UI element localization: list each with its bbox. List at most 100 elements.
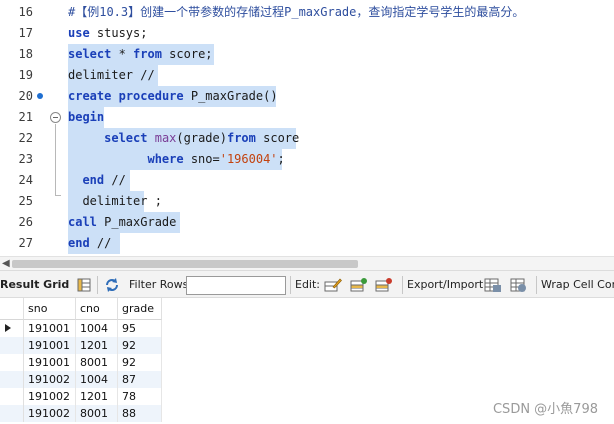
scrollbar-thumb[interactable] <box>12 260 358 268</box>
table-row[interactable]: 191001 1201 92 <box>0 337 162 354</box>
filter-rows-input[interactable] <box>186 276 286 295</box>
table-cell[interactable]: 95 <box>118 320 162 337</box>
editor-horizontal-scrollbar[interactable]: ◀ <box>0 256 614 270</box>
table-cell[interactable]: 191001 <box>24 320 76 337</box>
line-number: 26 <box>18 215 33 229</box>
table-cell[interactable]: 191001 <box>24 354 76 371</box>
edit-label: Edit: <box>295 278 321 291</box>
current-row-icon <box>5 324 11 332</box>
table-cell[interactable]: 92 <box>118 337 162 354</box>
edit-row-icon[interactable] <box>324 277 342 293</box>
line-number: 24 <box>18 173 33 187</box>
toolbar-separator <box>402 276 403 294</box>
table-cell[interactable]: 92 <box>118 354 162 371</box>
code-token: call <box>68 215 97 229</box>
code-token: end <box>82 173 105 187</box>
fold-toggle-icon[interactable] <box>50 112 61 123</box>
watermark: CSDN @小魚798 <box>492 402 598 417</box>
table-cell[interactable]: 8001 <box>76 405 118 422</box>
code-token: where <box>147 152 184 166</box>
row-gutter[interactable] <box>0 337 24 354</box>
code-line[interactable]: end // <box>68 233 111 254</box>
table-row[interactable]: 191001 8001 92 <box>0 354 162 371</box>
code-line[interactable]: end // <box>68 170 125 191</box>
code-token: * <box>111 47 134 61</box>
refresh-icon[interactable] <box>104 277 120 293</box>
export-icon[interactable] <box>484 277 501 293</box>
code-token: P_maxGrade() <box>183 89 278 103</box>
code-line[interactable]: delimiter // <box>68 65 155 86</box>
code-token: select <box>104 131 148 145</box>
code-token: '196004' <box>219 152 278 166</box>
column-header[interactable]: cno <box>76 298 118 320</box>
code-line[interactable]: begin <box>68 107 104 128</box>
code-line[interactable]: create procedure P_maxGrade() <box>68 86 278 107</box>
table-cell[interactable]: 87 <box>118 371 162 388</box>
code-line[interactable]: select max(grade)from score <box>68 128 299 149</box>
table-row[interactable]: 191002 1201 78 <box>0 388 162 405</box>
import-icon[interactable] <box>510 277 526 293</box>
code-line[interactable]: call P_maxGrade <box>68 212 176 233</box>
statement-marker-icon[interactable] <box>37 93 43 99</box>
code-token: max <box>154 131 177 145</box>
code-line[interactable]: use stusys; <box>68 23 147 44</box>
column-header[interactable]: grade <box>118 298 162 320</box>
export-import-label: Export/Import: <box>407 278 487 291</box>
code-token: delimiter ; <box>68 194 162 208</box>
row-gutter[interactable] <box>0 354 24 371</box>
table-row[interactable]: 191002 8001 88 <box>0 405 162 422</box>
filter-rows-label: Filter Rows: <box>129 278 193 291</box>
row-gutter[interactable] <box>0 371 24 388</box>
code-token: stusys; <box>89 26 148 40</box>
line-number: 21 <box>18 110 33 124</box>
result-grid-tab[interactable]: Result Grid <box>0 271 69 299</box>
line-number: 25 <box>18 194 33 208</box>
column-header[interactable]: sno <box>24 298 76 320</box>
code-token: score; <box>161 47 213 61</box>
code-token: begin <box>68 110 105 124</box>
code-line[interactable]: select * from score; <box>68 44 213 65</box>
line-number: 27 <box>18 236 33 250</box>
grid-header-gutter <box>0 298 24 320</box>
table-cell[interactable]: 88 <box>118 405 162 422</box>
table-cell[interactable]: 1201 <box>76 388 118 405</box>
row-gutter[interactable] <box>0 405 24 422</box>
add-row-icon[interactable] <box>350 277 367 293</box>
table-cell[interactable]: 191002 <box>24 405 76 422</box>
table-row[interactable]: 191002 1004 87 <box>0 371 162 388</box>
code-line[interactable]: #【例10.3】创建一个带参数的存储过程P_maxGrade，查询指定学号学生的… <box>68 2 524 23</box>
code-token: from <box>226 131 256 145</box>
table-cell[interactable]: 191002 <box>24 388 76 405</box>
table-cell[interactable]: 1004 <box>76 320 118 337</box>
table-cell[interactable]: 8001 <box>76 354 118 371</box>
result-toolbar: Result Grid Filter Rows: Edit: Export/Im… <box>0 270 614 298</box>
fold-guide-end <box>55 195 61 196</box>
code-line[interactable]: where sno='196004'; <box>68 149 284 170</box>
sql-editor[interactable]: 16 #【例10.3】创建一个带参数的存储过程P_maxGrade，查询指定学号学… <box>0 0 614 256</box>
delete-row-icon[interactable] <box>375 277 392 293</box>
code-token: use <box>68 26 90 40</box>
line-number: 19 <box>18 68 33 82</box>
code-token: end <box>68 236 90 250</box>
table-cell[interactable]: 78 <box>118 388 162 405</box>
code-token: #【例10.3】创建一个带参数的存储过程P_maxGrade，查询指定学号学生的… <box>68 5 525 19</box>
toolbar-separator <box>536 276 537 294</box>
code-line[interactable]: delimiter ; <box>68 191 162 212</box>
scroll-left-icon[interactable]: ◀ <box>2 258 10 269</box>
line-number: 18 <box>18 47 33 61</box>
table-cell[interactable]: 191001 <box>24 337 76 354</box>
row-gutter[interactable] <box>0 320 24 337</box>
wrap-cell-content-label[interactable]: Wrap Cell Conte <box>541 271 614 299</box>
table-cell[interactable]: 1004 <box>76 371 118 388</box>
code-token: from <box>133 47 162 61</box>
code-token: select <box>68 47 112 61</box>
grid-view-icon[interactable] <box>76 277 92 293</box>
table-cell[interactable]: 191002 <box>24 371 76 388</box>
table-cell[interactable]: 1201 <box>76 337 118 354</box>
row-gutter[interactable] <box>0 388 24 405</box>
code-token: score <box>255 131 300 145</box>
table-row[interactable]: 191001 1004 95 <box>0 320 162 337</box>
